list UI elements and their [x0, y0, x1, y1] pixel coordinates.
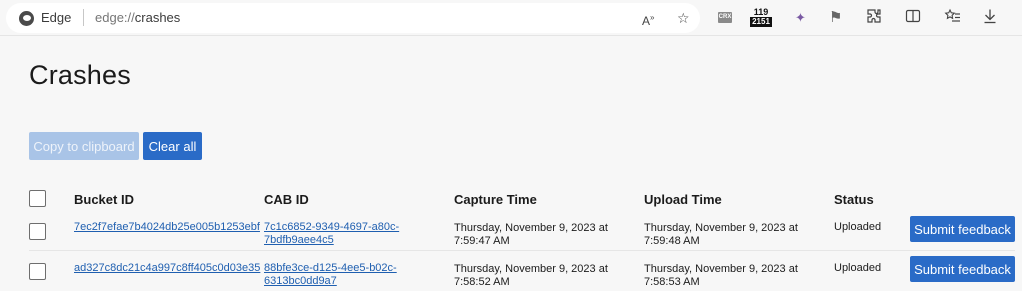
row-checkbox[interactable]	[29, 263, 46, 280]
browser-name: Edge	[41, 10, 72, 25]
download-icon[interactable]	[983, 8, 997, 28]
bucket-id-link[interactable]: ad327c8dc21c4a997c8ff405c0d03e35	[74, 262, 260, 275]
column-header-capture-time: Capture Time	[454, 192, 537, 207]
column-header-bucket-id: Bucket ID	[74, 192, 134, 207]
submit-feedback-button[interactable]: Submit feedback	[910, 256, 1015, 282]
status-text: Uploaded	[834, 262, 882, 274]
capture-clock: 7:58:52 AM	[454, 276, 510, 288]
address-bar[interactable]: Edge edge://crashes A» ☆	[6, 3, 700, 33]
upload-clock: 7:58:53 AM	[644, 276, 700, 288]
flag-icon[interactable]: ⚑	[829, 8, 842, 28]
capture-date: Thursday, November 9, 2023 at	[454, 222, 608, 234]
select-all-checkbox[interactable]	[29, 190, 46, 207]
url-path: crashes	[134, 10, 181, 25]
url-text[interactable]: edge://crashes	[95, 10, 180, 25]
cab-id-link[interactable]: 7c1c6852-9349-4697-a80c-7bdfb9aee4c5	[264, 221, 444, 247]
url-scheme: edge://	[95, 10, 135, 25]
capture-time: Thursday, November 9, 2023 at 7:58:52 AM	[454, 263, 634, 289]
extensions-icon[interactable]	[866, 8, 882, 28]
bucket-id-link[interactable]: 7ec2f7efae7b4024db25e005b1253ebf	[74, 221, 260, 234]
row-checkbox[interactable]	[29, 223, 46, 240]
browser-toolbar: Edge edge://crashes A» ☆ CRX 119 2151 ✦ …	[0, 0, 1022, 36]
split-screen-icon[interactable]	[905, 8, 921, 28]
page-title: Crashes	[29, 60, 131, 90]
capture-date: Thursday, November 9, 2023 at	[454, 263, 608, 275]
favorite-star-icon[interactable]: ☆	[677, 9, 690, 27]
capture-time: Thursday, November 9, 2023 at 7:59:47 AM	[454, 222, 634, 248]
column-header-cab-id: CAB ID	[264, 192, 309, 207]
row-divider	[29, 250, 1015, 251]
favorites-icon[interactable]	[944, 8, 961, 28]
crx-extension-icon[interactable]: CRX	[718, 12, 732, 23]
edge-logo-icon	[19, 11, 34, 26]
puzzle-icon[interactable]: ✦	[795, 8, 806, 28]
address-divider	[83, 9, 84, 26]
upload-clock: 7:59:48 AM	[644, 235, 700, 247]
upload-time: Thursday, November 9, 2023 at 7:59:48 AM	[644, 222, 824, 248]
upload-time: Thursday, November 9, 2023 at 7:58:53 AM	[644, 263, 824, 289]
capture-clock: 7:59:47 AM	[454, 235, 510, 247]
read-aloud-icon[interactable]: A»	[642, 9, 654, 30]
column-header-upload-time: Upload Time	[644, 192, 722, 207]
badge-bottom-count: 2151	[750, 17, 772, 27]
submit-feedback-button[interactable]: Submit feedback	[910, 216, 1015, 242]
column-header-status: Status	[834, 192, 874, 207]
copy-to-clipboard-button[interactable]: Copy to clipboard	[29, 132, 139, 160]
upload-date: Thursday, November 9, 2023 at	[644, 263, 798, 275]
upload-date: Thursday, November 9, 2023 at	[644, 222, 798, 234]
status-text: Uploaded	[834, 221, 882, 233]
cab-id-link[interactable]: 88bfe3ce-d125-4ee5-b02c-6313bc0dd9a7	[264, 262, 444, 288]
counter-badge-icon[interactable]: 119 2151	[750, 7, 772, 27]
badge-top-count: 119	[753, 7, 769, 17]
clear-all-button[interactable]: Clear all	[143, 132, 202, 160]
